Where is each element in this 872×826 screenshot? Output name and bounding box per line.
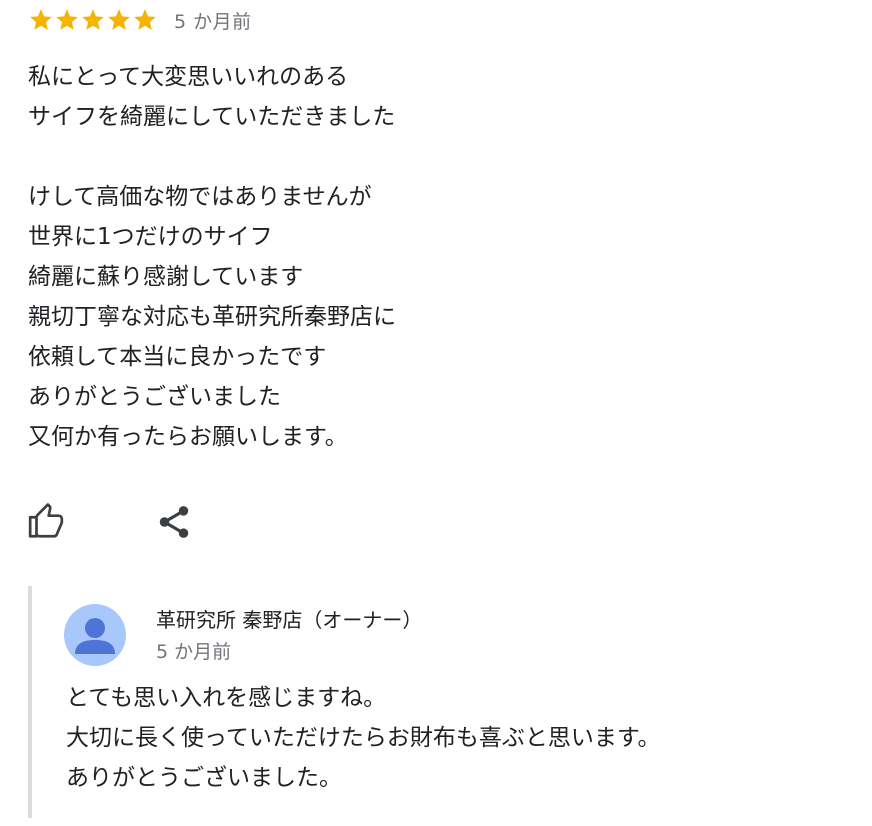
star-icon [30, 9, 52, 30]
star-icon [82, 9, 104, 30]
owner-reply-time: 5 か月前 [156, 641, 232, 663]
owner-avatar [64, 604, 126, 666]
review-time: 5 か月前 [174, 10, 252, 33]
review-text: 私にとって大変思いいれのあるサイフを綺麗にしていただきました けして高価な物ではあ… [28, 57, 396, 457]
share-button[interactable] [152, 500, 196, 544]
star-icon [108, 9, 130, 30]
thumbs-up-icon [28, 503, 64, 538]
review-line: けして高価な物ではありませんが [28, 184, 372, 210]
reply-line: ありがとうございました。 [66, 765, 342, 791]
star-icon [56, 9, 78, 30]
reply-line: 大切に長く使っていただけたらお財布も喜ぶと思います。 [66, 725, 661, 751]
rating-row: 5 か月前 [28, 6, 252, 34]
review-line: 私にとって大変思いいれのある [28, 64, 349, 90]
review-line: 世界に1つだけのサイフ [28, 224, 273, 250]
reply-line: とても思い入れを感じますね。 [66, 685, 387, 711]
owner-reply: 革研究所 秦野店（オーナー） 5 か月前 とても思い入れを感じますね。大切に長く… [28, 586, 832, 818]
review-line: 綺麗に蘇り感謝しています [28, 264, 304, 290]
star-rating [28, 7, 158, 33]
like-button[interactable] [24, 500, 68, 544]
star-icon [134, 9, 156, 30]
review-line: ありがとうございました [28, 384, 281, 410]
owner-reply-text: とても思い入れを感じますね。大切に長く使っていただけたらお財布も喜ぶと思います。… [66, 678, 661, 798]
review-line [28, 137, 396, 177]
owner-name: 革研究所 秦野店（オーナー） [156, 608, 423, 632]
review-line: 又何か有ったらお願いします。 [28, 424, 348, 450]
review-line: 親切丁寧な対応も革研究所秦野店に [28, 304, 396, 330]
review-line: 依頼して本当に良かったです [28, 344, 327, 370]
share-icon [159, 506, 189, 538]
review-line: サイフを綺麗にしていただきました [28, 104, 396, 130]
